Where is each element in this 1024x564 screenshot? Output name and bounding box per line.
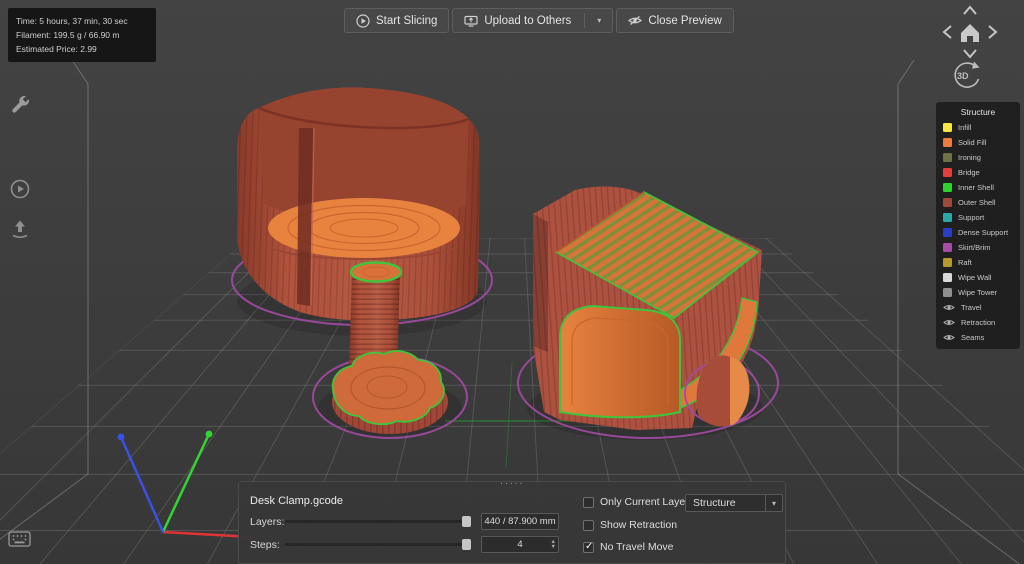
dense-support-color-swatch — [943, 228, 952, 237]
bridge-color-swatch — [943, 168, 952, 177]
solid-fill-color-swatch — [943, 138, 952, 147]
layers-slider-thumb[interactable] — [462, 516, 471, 527]
camera-nav-cluster — [936, 2, 1006, 64]
steps-slider-thumb[interactable] — [462, 539, 471, 550]
layers-slider-track[interactable] — [285, 520, 471, 523]
upload-screen-icon — [464, 15, 478, 27]
rotate-3d-label: 3D — [957, 71, 969, 81]
legend-item-inner-shell[interactable]: Inner Shell — [936, 180, 1020, 195]
legend-item-wipe-wall[interactable]: Wipe Wall — [936, 270, 1020, 285]
layers-label: Layers: — [250, 516, 285, 528]
legend-item-skirt-brim[interactable]: Skirt/Brim — [936, 240, 1020, 255]
gcode-preview-app: Time: 5 hours, 37 min, 30 sec Filament: … — [0, 0, 1024, 564]
settings-wrench-icon[interactable] — [9, 94, 31, 121]
play-icon — [356, 13, 370, 28]
wipe-tower-color-swatch — [943, 288, 952, 297]
checkbox-box[interactable] — [583, 541, 594, 553]
gcode-filename: Desk Clamp.gcode — [250, 495, 343, 507]
steps-slider-track[interactable] — [285, 543, 471, 546]
layer-control-panel: ····· Desk Clamp.gcode Layers: 440 / 87.… — [238, 479, 786, 564]
retraction-visibility-eye-icon[interactable] — [943, 318, 955, 327]
legend-item-outer-shell[interactable]: Outer Shell — [936, 195, 1020, 210]
legend-item-ironing[interactable]: Ironing — [936, 150, 1020, 165]
legend-item-wipe-tower[interactable]: Wipe Tower — [936, 285, 1020, 300]
legend-item-seams[interactable]: Seams — [936, 330, 1020, 345]
checkbox-box[interactable] — [583, 496, 594, 508]
raft-color-swatch — [943, 258, 952, 267]
legend-item-retraction[interactable]: Retraction — [936, 315, 1020, 330]
dropdown-chevron-icon[interactable]: ▾ — [765, 495, 782, 511]
pan-left-chevron[interactable] — [942, 25, 952, 39]
legend-item-dense-support[interactable]: Dense Support — [936, 225, 1020, 240]
print-stats-box: Time: 5 hours, 37 min, 30 sec Filament: … — [8, 8, 156, 62]
stat-price: Estimated Price: 2.99 — [16, 44, 97, 54]
legend-item-infill[interactable]: Infill — [936, 120, 1020, 135]
travel-visibility-eye-icon[interactable] — [943, 303, 955, 312]
pan-right-chevron[interactable] — [988, 25, 998, 39]
view-mode-dropdown[interactable]: Structure ▾ — [685, 494, 783, 512]
upload-to-others-button[interactable]: Upload to Others ▾ — [452, 8, 614, 33]
checkbox-box[interactable] — [583, 519, 594, 531]
inner-shell-color-swatch — [943, 183, 952, 192]
layers-slider[interactable] — [285, 515, 471, 528]
infill-color-swatch — [943, 123, 952, 132]
keyboard-shortcuts-icon[interactable] — [8, 531, 32, 554]
legend-item-support[interactable]: Support — [936, 210, 1020, 225]
export-upload-icon[interactable] — [9, 218, 31, 245]
ironing-color-swatch — [943, 153, 952, 162]
layers-value-field[interactable]: 440 / 87.900 mm — [481, 513, 559, 530]
inner-shell-ring — [349, 261, 403, 283]
upload-dropdown-chevron-icon[interactable]: ▾ — [591, 16, 601, 25]
outer-shell-color-swatch — [943, 198, 952, 207]
legend-item-bridge[interactable]: Bridge — [936, 165, 1020, 180]
button-divider — [584, 13, 586, 28]
pan-down-chevron[interactable] — [963, 49, 977, 59]
steps-slider[interactable] — [285, 538, 471, 551]
wipe-wall-color-swatch — [943, 273, 952, 282]
pan-up-chevron[interactable] — [963, 5, 977, 15]
steps-label: Steps: — [250, 539, 280, 551]
support-color-swatch — [943, 213, 952, 222]
only-current-layer-checkbox[interactable]: Only Current Layer — [583, 496, 689, 508]
home-view-icon[interactable] — [961, 24, 979, 42]
legend-item-raft[interactable]: Raft — [936, 255, 1020, 270]
panel-drag-handle[interactable]: ····· — [500, 479, 524, 489]
stat-filament: Filament: 199.5 g / 66.90 m — [16, 30, 120, 40]
rotate-3d-control[interactable]: 3D — [946, 58, 986, 98]
legend-item-solid-fill[interactable]: Solid Fill — [936, 135, 1020, 150]
close-preview-button[interactable]: Close Preview — [616, 8, 734, 33]
steps-value-field[interactable]: 4 ▲ ▼ — [481, 536, 559, 553]
stat-time: Time: 5 hours, 37 min, 30 sec — [16, 16, 128, 26]
show-retraction-checkbox[interactable]: Show Retraction — [583, 519, 677, 531]
structure-legend-panel: Structure Infill Solid Fill Ironing Brid… — [936, 102, 1020, 349]
start-slicing-button[interactable]: Start Slicing — [344, 8, 450, 33]
legend-item-travel[interactable]: Travel — [936, 300, 1020, 315]
preview-off-icon — [628, 16, 643, 25]
steps-stepper-arrows[interactable]: ▲ ▼ — [551, 537, 556, 552]
top-toolbar: Start Slicing Upload to Others ▾ Close P… — [344, 8, 734, 33]
run-play-icon[interactable] — [9, 178, 31, 205]
no-travel-move-checkbox[interactable]: No Travel Move — [583, 541, 674, 553]
legend-title: Structure — [960, 107, 996, 117]
skirt-brim-color-swatch — [943, 243, 952, 252]
seams-visibility-eye-icon[interactable] — [943, 333, 955, 342]
